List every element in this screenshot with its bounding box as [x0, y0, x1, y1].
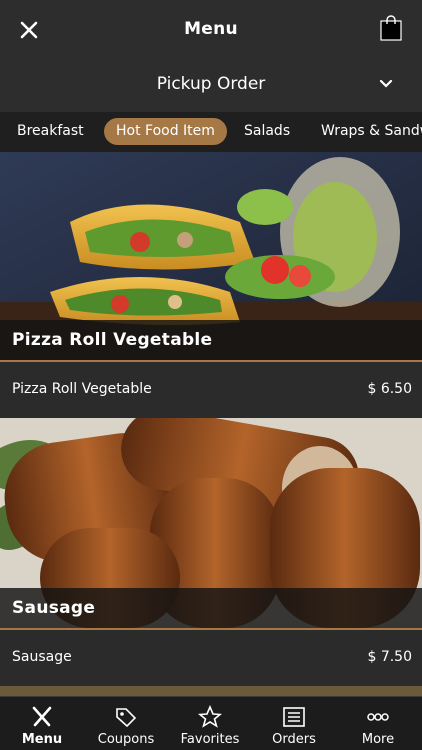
menu-item-name: Sausage	[12, 649, 72, 665]
menu-item-title: Pizza Roll Vegetable	[12, 330, 213, 350]
menu-item-caption: Sausage	[0, 588, 422, 628]
nav-coupons-label: Coupons	[97, 732, 155, 747]
menu-item-name: Pizza Roll Vegetable	[12, 381, 152, 397]
category-tabs: Breakfast Hot Food Item Salads Wraps & S…	[0, 112, 422, 152]
tag-icon	[116, 708, 137, 728]
list-icon	[283, 707, 305, 727]
tab-salads[interactable]: Salads	[232, 118, 302, 145]
nav-orders-label: Orders	[272, 732, 316, 747]
nav-more[interactable]: More	[336, 697, 420, 750]
menu-item-caption: Pizza Roll Vegetable	[0, 320, 422, 360]
fork-knife-icon	[32, 706, 52, 727]
page-title: Menu	[184, 19, 238, 39]
order-type-label: Pickup Order	[156, 74, 266, 94]
menu-item-price: $ 7.50	[367, 649, 412, 665]
nav-favorites-label: Favorites	[180, 732, 240, 747]
nav-menu-label: Menu	[21, 732, 63, 747]
more-icon	[367, 713, 389, 721]
menu-item-row[interactable]: Pizza Roll Vegetable $ 6.50	[0, 362, 422, 418]
menu-item-title: Sausage	[12, 598, 96, 618]
menu-item-price: $ 6.50	[367, 381, 412, 397]
app-header: Menu	[0, 0, 422, 58]
tab-breakfast[interactable]: Breakfast	[5, 118, 96, 145]
tab-wraps-sandwiches[interactable]: Wraps & Sandwiches	[309, 118, 422, 145]
bottom-navigation: Menu Coupons Favorites Orders More	[0, 696, 422, 750]
nav-more-label: More	[361, 732, 395, 747]
nav-menu[interactable]: Menu	[0, 697, 84, 750]
order-type-selector[interactable]: Pickup Order	[0, 58, 422, 112]
star-icon	[197, 705, 223, 728]
nav-coupons[interactable]: Coupons	[84, 697, 168, 750]
tab-hot-food-item[interactable]: Hot Food Item	[104, 118, 227, 145]
shopping-bag-icon[interactable]	[378, 14, 404, 42]
nav-favorites[interactable]: Favorites	[168, 697, 252, 750]
chevron-down-icon	[379, 79, 393, 88]
nav-orders[interactable]: Orders	[252, 697, 336, 750]
menu-item-row[interactable]: Sausage $ 7.50	[0, 630, 422, 686]
menu-item-image-peek	[0, 686, 422, 696]
